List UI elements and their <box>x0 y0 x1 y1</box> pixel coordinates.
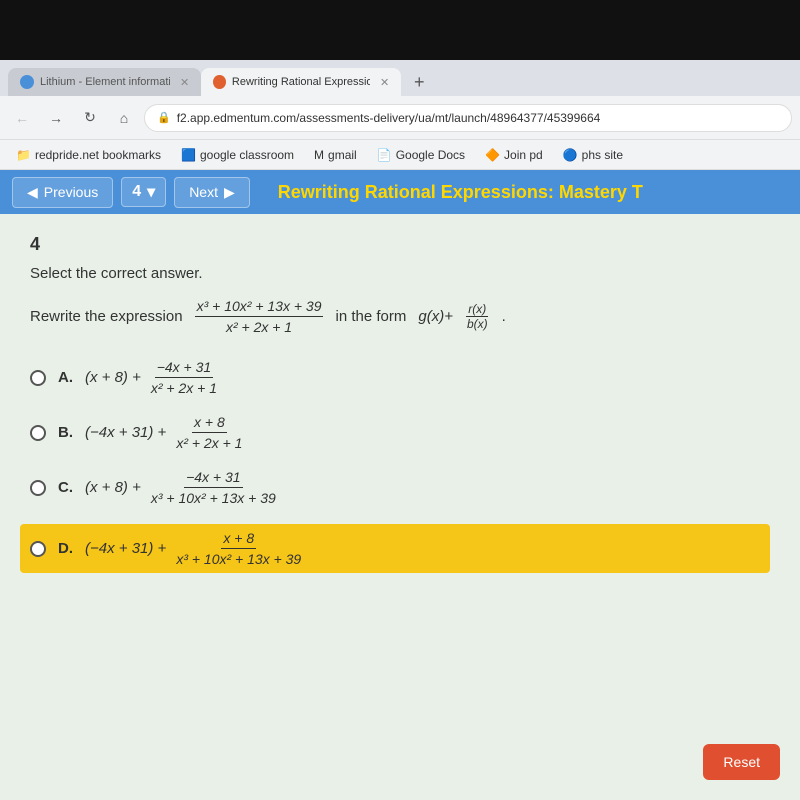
assessment-title-text: Rewriting Rational Expressions: Mastery … <box>278 182 643 202</box>
choice-c-content: (x + 8) + −4x + 31 x³ + 10x² + 13x + 39 <box>85 469 278 506</box>
choice-b-main: (−4x + 31) + <box>85 424 166 441</box>
choice-b-label: B. <box>58 424 73 441</box>
choice-a-content: (x + 8) + −4x + 31 x² + 2x + 1 <box>85 359 219 396</box>
bookmark-google-classroom[interactable]: 🟦 google classroom <box>173 146 302 164</box>
bookmarks-bar: 📁 redpride.net bookmarks 🟦 google classr… <box>0 140 800 170</box>
form-fraction-denominator: b(x) <box>465 317 490 331</box>
bookmark-phs-icon: 🔵 <box>563 148 578 162</box>
question-number-display: 4 <box>132 183 141 201</box>
choice-d-denominator: x³ + 10x² + 13x + 39 <box>174 549 303 567</box>
form-fraction: r(x) b(x) <box>465 302 490 331</box>
choice-b-denominator: x² + 2x + 1 <box>174 433 244 451</box>
prompt-start: Rewrite the expression <box>30 308 183 325</box>
main-fraction: x³ + 10x² + 13x + 39 x² + 2x + 1 <box>195 298 324 335</box>
choice-b-numerator: x + 8 <box>192 414 227 433</box>
bookmark-docs-icon: 📄 <box>377 148 392 162</box>
question-number: 4 <box>30 234 770 255</box>
form-period: . <box>502 308 506 325</box>
tab-2-close[interactable]: ✕ <box>380 76 389 89</box>
choice-c[interactable]: C. (x + 8) + −4x + 31 x³ + 10x² + 13x + … <box>30 469 770 506</box>
refresh-button[interactable]: ↻ <box>76 104 104 132</box>
tab-2-label: Rewriting Rational Expressions <box>232 76 370 88</box>
question-selector[interactable]: 4 ▾ <box>121 177 166 207</box>
bookmark-redpride-icon: 📁 <box>16 148 31 162</box>
reset-button[interactable]: Reset <box>703 744 780 780</box>
bookmark-joinpd-label: Join pd <box>504 148 543 162</box>
bookmark-gmail-label: gmail <box>328 148 357 162</box>
forward-button[interactable]: → <box>42 104 70 132</box>
choice-b-content: (−4x + 31) + x + 8 x² + 2x + 1 <box>85 414 244 451</box>
assessment-title: Rewriting Rational Expressions: Mastery … <box>278 182 643 203</box>
bookmark-phs-label: phs site <box>582 148 623 162</box>
choice-b[interactable]: B. (−4x + 31) + x + 8 x² + 2x + 1 <box>30 414 770 451</box>
bookmark-redpride-label: redpride.net bookmarks <box>35 148 161 162</box>
tab-bar: Lithium - Element information, p... ✕ Re… <box>0 60 800 96</box>
bookmark-gmail[interactable]: M gmail <box>306 146 365 164</box>
radio-b[interactable] <box>30 425 46 441</box>
choice-a-denominator: x² + 2x + 1 <box>149 378 219 396</box>
browser-window: Lithium - Element information, p... ✕ Re… <box>0 60 800 800</box>
choice-c-fraction: −4x + 31 x³ + 10x² + 13x + 39 <box>149 469 278 506</box>
choice-c-main: (x + 8) + <box>85 479 141 496</box>
bookmark-joinpd-icon: 🔶 <box>485 148 500 162</box>
previous-button[interactable]: ◀ Previous <box>12 177 113 208</box>
choice-a[interactable]: A. (x + 8) + −4x + 31 x² + 2x + 1 <box>30 359 770 396</box>
url-bar[interactable]: 🔒 f2.app.edmentum.com/assessments-delive… <box>144 104 792 132</box>
prompt-end: in the form <box>335 308 406 325</box>
bookmark-phs-site[interactable]: 🔵 phs site <box>555 146 631 164</box>
main-fraction-numerator: x³ + 10x² + 13x + 39 <box>195 298 324 317</box>
choice-c-numerator: −4x + 31 <box>184 469 243 488</box>
choice-d[interactable]: D. (−4x + 31) + x + 8 x³ + 10x² + 13x + … <box>20 524 770 573</box>
form-fraction-numerator: r(x) <box>466 302 488 317</box>
radio-c[interactable] <box>30 480 46 496</box>
choice-a-numerator: −4x + 31 <box>155 359 214 378</box>
choice-d-content: (−4x + 31) + x + 8 x³ + 10x² + 13x + 39 <box>85 530 303 567</box>
bookmark-join-pd[interactable]: 🔶 Join pd <box>477 146 551 164</box>
edmentum-nav-toolbar: ◀ Previous 4 ▾ Next ▶ Rewriting Rational… <box>0 170 800 214</box>
choice-a-fraction: −4x + 31 x² + 2x + 1 <box>149 359 219 396</box>
choice-b-fraction: x + 8 x² + 2x + 1 <box>174 414 244 451</box>
choice-a-label: A. <box>58 369 73 386</box>
content-area: 4 Select the correct answer. Rewrite the… <box>0 214 800 800</box>
lock-icon: 🔒 <box>157 111 171 124</box>
bookmark-google-docs[interactable]: 📄 Google Docs <box>369 146 473 164</box>
browser-bezel <box>0 0 800 60</box>
radio-a[interactable] <box>30 370 46 386</box>
prev-icon: ◀ <box>27 184 38 201</box>
next-icon: ▶ <box>224 184 235 201</box>
bookmark-classroom-icon: 🟦 <box>181 148 196 162</box>
tab-1[interactable]: Lithium - Element information, p... ✕ <box>8 68 201 96</box>
tab-2[interactable]: Rewriting Rational Expressions ✕ <box>201 68 401 96</box>
question-instruction: Select the correct answer. <box>30 265 770 282</box>
tab-1-close[interactable]: ✕ <box>180 76 189 89</box>
tab-2-favicon <box>213 75 226 89</box>
dropdown-icon: ▾ <box>147 182 155 202</box>
choice-d-fraction: x + 8 x³ + 10x² + 13x + 39 <box>174 530 303 567</box>
choice-c-denominator: x³ + 10x² + 13x + 39 <box>149 488 278 506</box>
answer-choices: A. (x + 8) + −4x + 31 x² + 2x + 1 B. (−4… <box>30 359 770 573</box>
new-tab-button[interactable]: + <box>405 68 433 96</box>
next-button[interactable]: Next ▶ <box>174 177 250 208</box>
choice-d-label: D. <box>58 540 73 557</box>
prev-label: Previous <box>44 184 98 200</box>
main-fraction-denominator: x² + 2x + 1 <box>224 317 294 335</box>
back-button[interactable]: ← <box>8 104 36 132</box>
home-button[interactable]: ⌂ <box>110 104 138 132</box>
bookmark-docs-label: Google Docs <box>396 148 465 162</box>
tab-1-favicon <box>20 75 34 89</box>
bookmark-gmail-icon: M <box>314 148 324 162</box>
expression-prompt: Rewrite the expression x³ + 10x² + 13x +… <box>30 298 770 335</box>
bookmark-classroom-label: google classroom <box>200 148 294 162</box>
url-text: f2.app.edmentum.com/assessments-delivery… <box>177 111 601 125</box>
choice-a-main: (x + 8) + <box>85 369 141 386</box>
radio-d[interactable] <box>30 541 46 557</box>
next-label: Next <box>189 184 218 200</box>
address-bar: ← → ↻ ⌂ 🔒 f2.app.edmentum.com/assessment… <box>0 96 800 140</box>
form-gx: g(x)+ <box>418 308 453 325</box>
choice-c-label: C. <box>58 479 73 496</box>
tab-1-label: Lithium - Element information, p... <box>40 76 170 88</box>
choice-d-main: (−4x + 31) + <box>85 540 166 557</box>
choice-d-numerator: x + 8 <box>221 530 256 549</box>
bookmark-redpride[interactable]: 📁 redpride.net bookmarks <box>8 146 169 164</box>
